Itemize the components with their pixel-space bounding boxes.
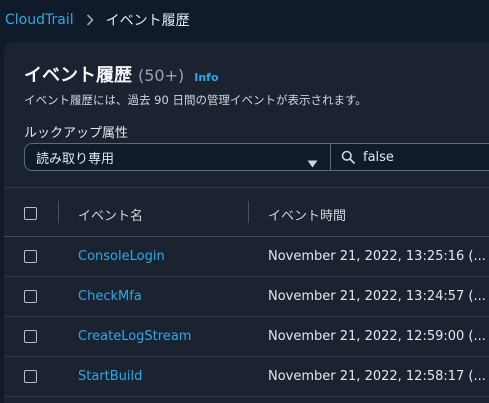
event-time: November 21, 2022, 12:58:17 (...: [268, 369, 486, 384]
event-name-link[interactable]: ConsoleLogin: [78, 249, 165, 264]
event-name-link[interactable]: StartBuild: [78, 369, 142, 384]
caret-down-icon: [307, 153, 318, 172]
event-time: November 21, 2022, 12:59:00 (...: [268, 329, 486, 344]
row-checkbox[interactable]: [24, 370, 37, 383]
panel-header: イベント履歴 (50+) Info イベント履歴には、過去 90 日間の管理イベ…: [4, 42, 489, 187]
event-time: November 21, 2022, 13:25:16 (...: [268, 249, 486, 264]
breadcrumb-cloudtrail-link[interactable]: CloudTrail: [5, 12, 74, 28]
row-checkbox[interactable]: [24, 250, 37, 263]
table-header: イベント名 イベント時間: [4, 187, 489, 237]
page-title: イベント履歴: [24, 65, 132, 86]
column-header-event-time[interactable]: イベント時間: [268, 205, 346, 224]
event-name-link[interactable]: CheckMfa: [78, 289, 142, 304]
lookup-attribute-select[interactable]: 読み取り専用: [24, 143, 331, 171]
search-icon: [341, 150, 355, 164]
lookup-attribute-value: 読み取り専用: [36, 151, 115, 167]
search-input[interactable]: [363, 149, 483, 165]
table-row: ConsoleLogin November 21, 2022, 13:25:16…: [4, 237, 489, 277]
row-checkbox[interactable]: [24, 330, 37, 343]
info-link[interactable]: Info: [194, 71, 218, 84]
row-checkbox[interactable]: [24, 290, 37, 303]
breadcrumb-current: イベント履歴: [105, 13, 190, 29]
breadcrumb: CloudTrail イベント履歴: [0, 0, 489, 40]
column-header-event-name[interactable]: イベント名: [78, 205, 143, 224]
event-count: (50+): [138, 66, 185, 85]
table-row: CreateLogStream November 21, 2022, 12:59…: [4, 317, 489, 357]
column-divider: [248, 201, 249, 223]
table-row: CheckMfa November 21, 2022, 13:24:57 (..…: [4, 277, 489, 317]
event-name-link[interactable]: CreateLogStream: [78, 329, 191, 344]
event-time: November 21, 2022, 13:24:57 (...: [268, 289, 486, 304]
lookup-attribute-label: ルックアップ属性: [24, 126, 129, 141]
table-row: StartBuild November 21, 2022, 12:58:17 (…: [4, 357, 489, 397]
column-divider: [58, 201, 59, 223]
chevron-right-icon: [86, 14, 94, 26]
select-all-checkbox[interactable]: [24, 207, 37, 220]
panel-description: イベント履歴には、過去 90 日間の管理イベントが表示されます。: [24, 93, 367, 107]
event-history-panel: イベント履歴 (50+) Info イベント履歴には、過去 90 日間の管理イベ…: [4, 42, 489, 403]
search-field[interactable]: [331, 143, 489, 171]
title-row: イベント履歴 (50+) Info: [24, 61, 219, 87]
